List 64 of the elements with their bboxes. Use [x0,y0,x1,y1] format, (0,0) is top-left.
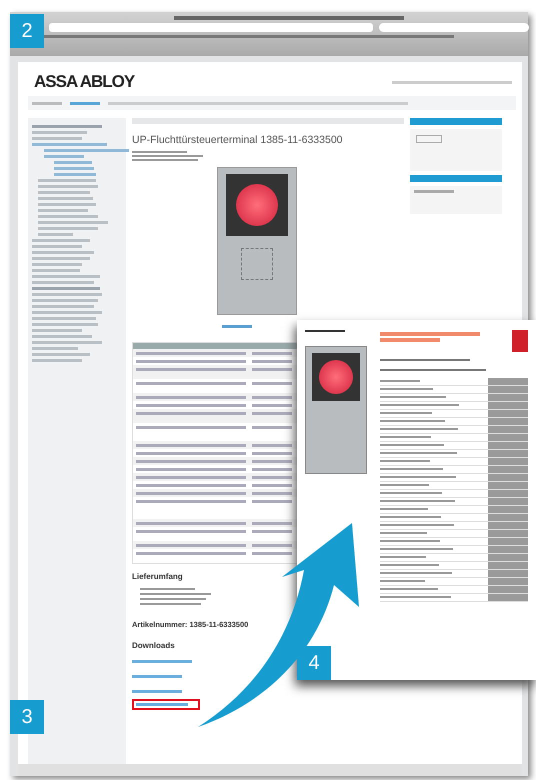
sidebar-link[interactable] [32,287,100,290]
step-number: 2 [10,14,44,48]
sidebar-link[interactable] [32,137,82,140]
header-links[interactable] [392,80,512,84]
sidebar-link[interactable] [38,233,73,236]
sidebar-link[interactable] [38,203,96,206]
sidebar-link[interactable] [32,359,82,362]
sidebar-link[interactable] [38,227,98,230]
section-heading: Downloads [132,641,176,650]
sidebar-link[interactable] [32,347,78,350]
sidebar-link[interactable] [32,143,107,146]
product-title: UP-Fluchttürsteuerterminal 1385-11-6333500 [132,134,344,146]
sidebar-link[interactable] [32,245,82,248]
download-link[interactable] [132,660,192,663]
step-number: 3 [10,700,44,734]
sidebar-link[interactable] [54,161,92,164]
sidebar-link[interactable] [32,281,94,284]
blurred-text-line [140,593,211,595]
sidebar-link[interactable] [32,257,90,260]
sidebar-link[interactable] [32,293,102,296]
sidebar-link[interactable] [32,275,100,278]
sidebar-link[interactable] [32,125,102,128]
sidebar-link[interactable] [54,173,96,176]
sidebar-link[interactable] [38,191,90,194]
section-heading: Lieferumfang [132,572,184,581]
download-link[interactable] [132,690,182,693]
search-field[interactable] [379,23,529,32]
sidebar-link[interactable] [32,341,102,344]
download-link[interactable] [136,703,188,706]
sidebar-link[interactable] [44,155,84,158]
sidebar-link[interactable] [32,305,94,308]
blurred-text-line [132,151,187,153]
sidebar-link[interactable] [38,209,88,212]
sidebar-link[interactable] [32,317,96,320]
sidebar-link[interactable] [38,197,93,200]
sidebar-link[interactable] [44,149,129,152]
blurred-text-line [140,598,206,600]
sidebar-link[interactable] [54,167,94,170]
sidebar-link[interactable] [32,323,98,326]
sidebar-link[interactable] [32,269,80,272]
sidebar-link[interactable] [32,131,87,134]
download-link[interactable] [132,675,182,678]
sidebar-link[interactable] [32,353,90,356]
sidebar-link[interactable] [32,251,94,254]
sidebar-link[interactable] [32,335,92,338]
main-navigation[interactable] [28,96,516,110]
sidebar-link[interactable] [38,221,108,224]
blurred-text-line [140,588,195,590]
brand-logo [512,330,528,352]
address-field[interactable] [49,23,373,32]
sidebar-link[interactable] [38,179,96,182]
blurred-text-line [140,603,201,605]
sidebar-link[interactable] [32,263,82,266]
blurred-text-line [132,159,198,161]
sidebar-link[interactable] [32,299,98,302]
sidebar-link[interactable] [32,311,102,314]
blurred-text-line [132,155,203,157]
sidebar-link[interactable] [32,239,90,242]
zoom-link[interactable] [222,325,252,328]
sidebar-link[interactable] [38,185,98,188]
company-logo[interactable]: ASSA ABLOY [34,72,134,92]
sidebar-link[interactable] [38,215,98,218]
step-number: 4 [297,646,331,680]
sidebar-link[interactable] [32,329,82,332]
